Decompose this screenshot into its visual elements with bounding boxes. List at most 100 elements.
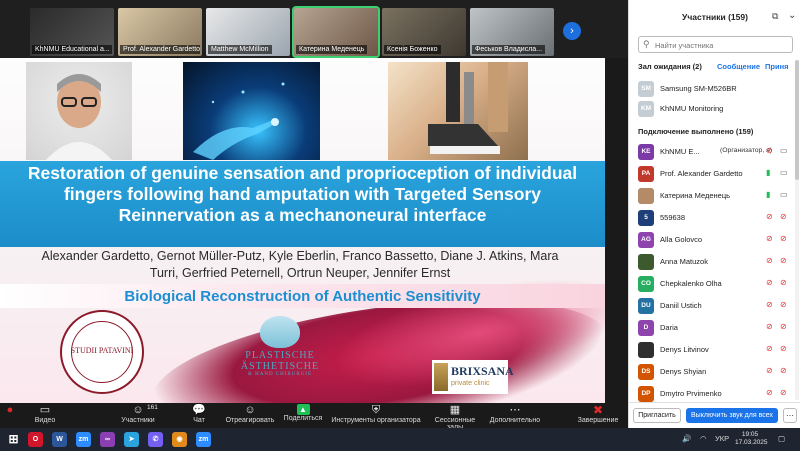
- participant-row[interactable]: D Daria ⊘ ⊘: [638, 319, 796, 337]
- mute-all-button[interactable]: Выключить звук для всех: [686, 408, 778, 423]
- participant-row[interactable]: Катерина Меденець ▮ ▭: [638, 187, 796, 205]
- waiting-participant[interactable]: KM KhNMU Monitoring: [638, 100, 796, 118]
- camera-icon[interactable]: ▭: [780, 146, 788, 155]
- app-icon[interactable]: ◉: [172, 432, 187, 447]
- participants-count: 161: [147, 404, 158, 411]
- zoom2-icon[interactable]: zm: [196, 432, 211, 447]
- clock[interactable]: 19:05 17.03.2025: [735, 431, 768, 447]
- participant-row[interactable]: KE KhNMU E... (Организатор, я) ⊘ ▭: [638, 143, 796, 161]
- video-button[interactable]: ▭ Видео: [28, 403, 62, 424]
- participant-row[interactable]: 5 559638 ⊘ ⊘: [638, 209, 796, 227]
- participant-row[interactable]: DP Dmytro Prvimenko ⊘ ⊘: [638, 385, 796, 403]
- participant-row[interactable]: Denys Litvinov ⊘ ⊘: [638, 341, 796, 359]
- panel-header: Участники (159) ⧉ ⌄: [629, 0, 800, 32]
- mic-icon[interactable]: ⊘: [766, 322, 773, 331]
- video-tile[interactable]: Ксенія Боженко: [382, 8, 466, 56]
- minimize-icon[interactable]: ⌄: [788, 10, 796, 21]
- video-tile[interactable]: Matthew McMillion: [206, 8, 290, 56]
- opera-icon[interactable]: O: [28, 432, 43, 447]
- share-icon: ▲: [296, 404, 310, 415]
- camera-icon[interactable]: ▭: [780, 190, 788, 199]
- participant-row[interactable]: AG Alla Golovco ⊘ ⊘: [638, 231, 796, 249]
- more-options-icon[interactable]: ⋯: [783, 408, 797, 423]
- wifi-icon[interactable]: ◠: [700, 434, 707, 443]
- mic-icon[interactable]: ⊘: [766, 146, 773, 155]
- video-strip: KhNMU Educational a... Prof. Alexander G…: [0, 0, 628, 58]
- mic-icon[interactable]: ⊘: [766, 234, 773, 243]
- panel-scrollbar[interactable]: [795, 60, 799, 400]
- speaker-icon[interactable]: 🔊: [682, 434, 691, 443]
- camera-icon[interactable]: ⊘: [780, 278, 787, 287]
- host-tools-button[interactable]: ⛨ Инструменты организатора: [328, 403, 424, 424]
- participant-name: Chepkalenko Olha: [660, 279, 722, 288]
- slide-title: Restoration of genuine sensation and pro…: [27, 163, 578, 225]
- participant-row[interactable]: CO Chepkalenko Olha ⊘ ⊘: [638, 275, 796, 293]
- connected-label[interactable]: Подключение выполнено (159): [638, 127, 753, 136]
- word-icon[interactable]: W: [52, 432, 67, 447]
- video-tile[interactable]: KhNMU Educational a...: [30, 8, 114, 56]
- meeting-toolbar: ● ▭ Видео ☺ 161 Участники 💬 Чат ☺ Отреаг…: [0, 403, 628, 431]
- camera-icon[interactable]: ⊘: [780, 212, 787, 221]
- camera-icon[interactable]: ⊘: [780, 256, 787, 265]
- waiting-participant[interactable]: SM Samsung SM-M526BR: [638, 80, 796, 98]
- viber-icon[interactable]: ✆: [148, 432, 163, 447]
- waiting-room-label[interactable]: Зал ожидания (2): [638, 62, 702, 71]
- zoom-icon[interactable]: zm: [76, 432, 91, 447]
- camera-icon[interactable]: ⊘: [780, 388, 787, 397]
- mic-icon[interactable]: ⊘: [766, 344, 773, 353]
- video-tile[interactable]: Prof. Alexander Gardetto: [118, 8, 202, 56]
- breakout-rooms-button[interactable]: ▦ Сессионные залы: [426, 403, 484, 431]
- popout-icon[interactable]: ⧉: [772, 11, 778, 22]
- participants-button[interactable]: ☺ 161 Участники: [112, 403, 164, 424]
- plastic-surgery-logo: PLASTISCHE ÄSTHETISCHE & HAND CHIRURGIE: [230, 316, 330, 377]
- participant-name: Denys Shyian: [660, 367, 707, 376]
- participant-role: (Организатор, я): [720, 147, 773, 154]
- video-tile[interactable]: Феськов Владисла...: [470, 8, 554, 56]
- react-button[interactable]: ☺ Отреагировать: [222, 403, 278, 424]
- mic-icon[interactable]: ⊘: [766, 388, 773, 397]
- university-seal-logo: STUDII PATAVINI: [60, 310, 144, 394]
- search-input[interactable]: [655, 39, 787, 51]
- slide-authors: Alexander Gardetto, Gernot Müller-Putz, …: [41, 249, 559, 280]
- camera-icon[interactable]: ⊘: [780, 322, 787, 331]
- participant-row[interactable]: PA Prof. Alexander Gardetto ▮ ▭: [638, 165, 796, 183]
- mic-icon[interactable]: ⊘: [766, 212, 773, 221]
- video-tile-speaking[interactable]: Катерина Меденець: [292, 6, 380, 58]
- mic-icon[interactable]: ⊘: [766, 256, 773, 265]
- message-link[interactable]: Сообщение: [717, 62, 760, 71]
- mic-icon[interactable]: ▮: [766, 168, 770, 177]
- notifications-icon[interactable]: ▢: [778, 434, 785, 443]
- camera-icon[interactable]: ⊘: [780, 366, 787, 375]
- scrollbar-thumb[interactable]: [795, 60, 799, 180]
- more-button[interactable]: ⋯ Дополнительно: [488, 403, 542, 424]
- participant-row[interactable]: Anna Matuzok ⊘ ⊘: [638, 253, 796, 271]
- tech-hand-image: [183, 62, 320, 160]
- language-indicator[interactable]: УКР: [715, 434, 729, 443]
- mic-button[interactable]: ●: [2, 403, 18, 417]
- camera-icon[interactable]: ⊘: [780, 234, 787, 243]
- chevron-right-icon[interactable]: ›: [563, 22, 581, 40]
- participant-row[interactable]: DU Daniil Ustich ⊘ ⊘: [638, 297, 796, 315]
- participant-row[interactable]: DS Denys Shyian ⊘ ⊘: [638, 363, 796, 381]
- invite-button[interactable]: Пригласить: [633, 408, 681, 423]
- camera-icon[interactable]: ▭: [780, 168, 788, 177]
- mic-icon[interactable]: ⊘: [766, 278, 773, 287]
- tool-icon[interactable]: ∞: [100, 432, 115, 447]
- avatar: 5: [638, 210, 654, 226]
- camera-icon[interactable]: ⊘: [780, 300, 787, 309]
- search-field[interactable]: ⚲: [638, 36, 793, 53]
- telegram-icon[interactable]: ➤: [124, 432, 139, 447]
- share-button[interactable]: ▲ Поделиться: [280, 403, 326, 422]
- start-icon[interactable]: ⊞: [6, 432, 21, 447]
- camera-icon[interactable]: ⊘: [780, 344, 787, 353]
- end-button[interactable]: ✖ Завершение: [572, 403, 624, 424]
- react-icon: ☺: [244, 404, 256, 416]
- participant-name: Denys Litvinov: [660, 345, 709, 354]
- mic-icon[interactable]: ⊘: [766, 366, 773, 375]
- participant-name: KhNMU E...: [660, 147, 700, 156]
- toolbar-label: Отреагировать: [225, 417, 275, 424]
- mic-icon[interactable]: ▮: [766, 190, 770, 199]
- admit-link[interactable]: Приня: [765, 62, 789, 71]
- chat-button[interactable]: 💬 Чат: [184, 403, 214, 424]
- mic-icon[interactable]: ⊘: [766, 300, 773, 309]
